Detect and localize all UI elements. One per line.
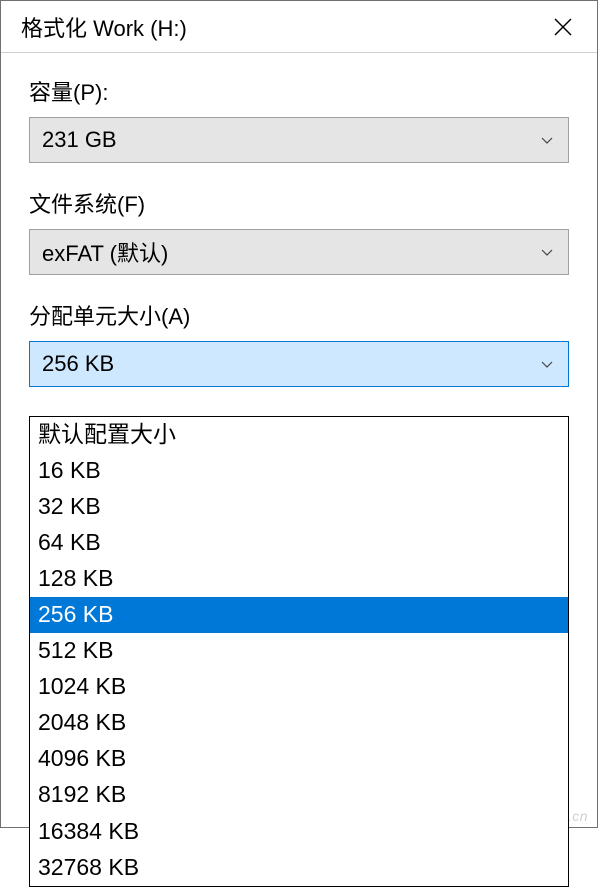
allocation-option[interactable]: 256 KB xyxy=(30,597,568,633)
filesystem-group: 文件系统(F) exFAT (默认) xyxy=(29,187,569,275)
allocation-value: 256 KB xyxy=(42,351,540,377)
close-icon xyxy=(554,18,572,36)
allocation-label: 分配单元大小(A) xyxy=(29,299,569,331)
allocation-option[interactable]: 64 KB xyxy=(30,525,568,561)
allocation-dropdown[interactable]: 256 KB xyxy=(29,341,569,387)
allocation-dropdown-list[interactable]: 默认配置大小16 KB32 KB64 KB128 KB256 KB512 KB1… xyxy=(29,416,569,887)
allocation-option[interactable]: 默认配置大小 xyxy=(30,417,568,453)
allocation-option[interactable]: 8192 KB xyxy=(30,777,568,813)
allocation-option[interactable]: 512 KB xyxy=(30,633,568,669)
allocation-option[interactable]: 32 KB xyxy=(30,489,568,525)
capacity-group: 容量(P): 231 GB xyxy=(29,75,569,163)
titlebar: 格式化 Work (H:) xyxy=(1,1,597,53)
chevron-down-icon xyxy=(540,357,554,371)
filesystem-label: 文件系统(F) xyxy=(29,187,569,219)
format-dialog: 格式化 Work (H:) 容量(P): 231 GB 文件系统(F) exFA… xyxy=(0,0,598,828)
capacity-dropdown[interactable]: 231 GB xyxy=(29,117,569,163)
allocation-option[interactable]: 4096 KB xyxy=(30,741,568,777)
allocation-group: 分配单元大小(A) 256 KB xyxy=(29,299,569,387)
chevron-down-icon xyxy=(540,245,554,259)
close-button[interactable] xyxy=(543,7,583,47)
allocation-option[interactable]: 1024 KB xyxy=(30,669,568,705)
capacity-label: 容量(P): xyxy=(29,75,569,107)
filesystem-value: exFAT (默认) xyxy=(42,236,540,268)
allocation-option[interactable]: 128 KB xyxy=(30,561,568,597)
allocation-option[interactable]: 32768 KB xyxy=(30,850,568,886)
allocation-option[interactable]: 16384 KB xyxy=(30,814,568,850)
window-title: 格式化 Work (H:) xyxy=(21,11,543,43)
filesystem-dropdown[interactable]: exFAT (默认) xyxy=(29,229,569,275)
dialog-content: 容量(P): 231 GB 文件系统(F) exFAT (默认) 分配单元大小(… xyxy=(1,53,597,827)
capacity-value: 231 GB xyxy=(42,127,540,153)
chevron-down-icon xyxy=(540,133,554,147)
allocation-option[interactable]: 2048 KB xyxy=(30,705,568,741)
allocation-option[interactable]: 16 KB xyxy=(30,453,568,489)
